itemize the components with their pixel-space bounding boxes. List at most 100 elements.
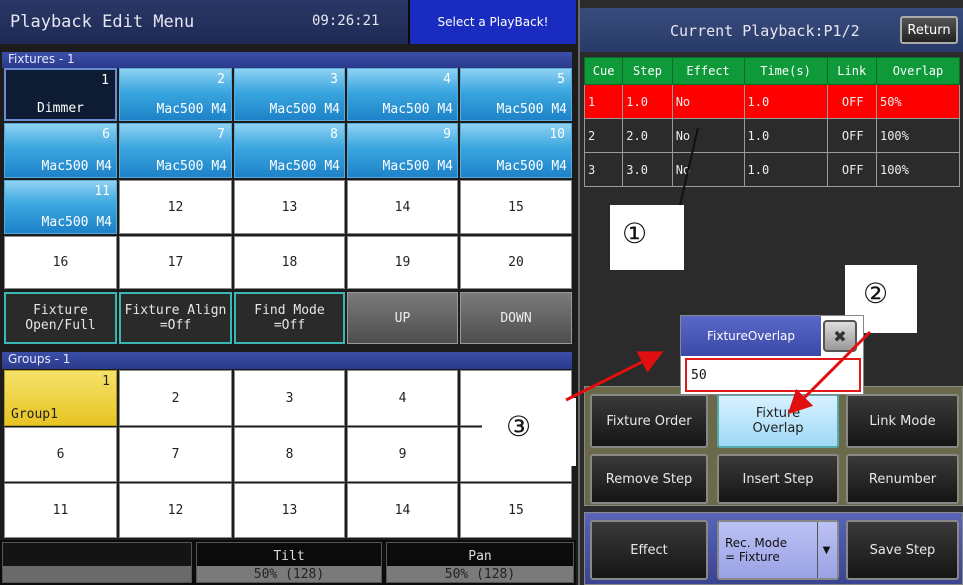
cue-row[interactable]: 3 3.0 No 1.0 OFF 100% bbox=[583, 152, 961, 187]
fixture-cell-13[interactable]: 13 bbox=[234, 180, 345, 234]
fixture-cell-9[interactable]: 9 Mac500 M4 bbox=[347, 123, 458, 178]
group-cell-9[interactable]: 9 bbox=[347, 427, 458, 482]
fixture-cell-6[interactable]: 6 Mac500 M4 bbox=[4, 123, 117, 178]
fixture-cell-7[interactable]: 7 Mac500 M4 bbox=[119, 123, 232, 178]
renumber-button[interactable]: Renumber bbox=[846, 454, 959, 504]
overlap-value: 50 bbox=[691, 367, 707, 383]
group-cell-3[interactable]: 3 bbox=[234, 370, 345, 426]
fixture-cell-10[interactable]: 10 Mac500 M4 bbox=[460, 123, 572, 178]
fixture-function-button-2[interactable]: Fixture Align =Off bbox=[119, 292, 232, 344]
button-label-line1: Find Mode bbox=[254, 303, 325, 318]
group-cell-8[interactable]: 8 bbox=[234, 427, 345, 482]
fixture-function-button-1[interactable]: Fixture Open/Full bbox=[4, 292, 117, 344]
cue-row[interactable]: 2 2.0 No 1.0 OFF 100% bbox=[583, 118, 961, 153]
renumber-label: Renumber bbox=[868, 471, 937, 487]
fixture-cell-2[interactable]: 2 Mac500 M4 bbox=[119, 68, 232, 121]
cue-table: Cue Step Effect Time(s) Link Overlap 1 1.0 No 1.… bbox=[583, 57, 961, 187]
remove-step-button[interactable]: Remove Step bbox=[590, 454, 708, 504]
group-cell-1[interactable]: 1 Group1 bbox=[4, 370, 117, 426]
fixture-cell-17[interactable]: 17 bbox=[119, 236, 232, 289]
cue-cell: OFF bbox=[826, 152, 877, 187]
group-cell-11[interactable]: 11 bbox=[4, 483, 117, 538]
pan-label: Pan bbox=[468, 549, 492, 564]
fixture-overlap-label-2: Overlap bbox=[752, 421, 804, 436]
column-header[interactable]: Cue bbox=[583, 57, 624, 85]
attribute-bar: Tilt 50% (128) Pan 50% (128) bbox=[0, 540, 576, 585]
group-cell-6[interactable]: 6 bbox=[4, 427, 117, 482]
effect-button[interactable]: Effect bbox=[590, 520, 708, 580]
close-icon: ✖ bbox=[833, 326, 847, 346]
fixture-cell-5[interactable]: 5 Mac500 M4 bbox=[460, 68, 572, 121]
fixture-number: 3 bbox=[330, 72, 338, 87]
tilt-label: Tilt bbox=[273, 549, 305, 564]
button-label-line2: Open/Full bbox=[25, 318, 96, 333]
column-header[interactable]: Step bbox=[622, 57, 673, 85]
fixtures-header: Fixtures - 1 bbox=[2, 52, 572, 68]
group-number: 4 bbox=[398, 390, 407, 406]
fixture-cell-19[interactable]: 19 bbox=[347, 236, 458, 289]
fixture-number: 19 bbox=[394, 255, 411, 270]
pan-value: 50% (128) bbox=[444, 567, 516, 582]
fixture-overlap-label-1: Fixture bbox=[755, 406, 801, 421]
cue-cell: No bbox=[671, 84, 745, 119]
fixture-cell-18[interactable]: 18 bbox=[234, 236, 345, 289]
groups-header: Groups - 1 bbox=[2, 352, 572, 369]
fixture-number: 7 bbox=[217, 127, 225, 142]
column-header[interactable]: Overlap bbox=[875, 57, 961, 85]
insert-step-button[interactable]: Insert Step bbox=[717, 454, 839, 504]
dialog-close-button[interactable]: ✖ bbox=[823, 320, 857, 352]
group-cell-4[interactable]: 4 bbox=[347, 370, 458, 426]
group-number: 12 bbox=[167, 503, 184, 518]
group-cell-13[interactable]: 13 bbox=[234, 483, 345, 538]
column-header[interactable]: Time(s) bbox=[743, 57, 828, 85]
effect-label: Effect bbox=[630, 542, 668, 558]
overlap-value-input[interactable]: 50 bbox=[685, 358, 861, 392]
button-label-line1: DOWN bbox=[500, 310, 532, 326]
return-button[interactable]: Return bbox=[900, 16, 958, 44]
group-cell-12[interactable]: 12 bbox=[119, 483, 232, 538]
annotation-box-1: ① bbox=[610, 205, 684, 270]
fixture-cell-11[interactable]: 11 Mac500 M4 bbox=[4, 180, 117, 234]
column-header[interactable]: Link bbox=[826, 57, 877, 85]
button-label-line2: =Off bbox=[159, 318, 192, 333]
save-step-button[interactable]: Save Step bbox=[846, 520, 959, 580]
fixture-name: Mac500 M4 bbox=[382, 159, 453, 174]
group-name: Group1 bbox=[11, 407, 58, 422]
fixture-number: 13 bbox=[281, 199, 298, 215]
attr-tilt[interactable]: Tilt 50% (128) bbox=[196, 542, 382, 583]
cue-row[interactable]: 1 1.0 No 1.0 OFF 50% bbox=[583, 84, 961, 119]
group-cell-15[interactable]: 15 bbox=[460, 483, 572, 538]
fixture-number: 4 bbox=[443, 72, 451, 87]
fixture-function-button-5[interactable]: DOWN bbox=[460, 292, 572, 344]
fixture-cell-4[interactable]: 4 Mac500 M4 bbox=[347, 68, 458, 121]
fixture-cell-14[interactable]: 14 bbox=[347, 180, 458, 234]
attr-pan[interactable]: Pan 50% (128) bbox=[386, 542, 574, 583]
group-number: 14 bbox=[394, 503, 411, 518]
fixture-cell-16[interactable]: 16 bbox=[4, 236, 117, 289]
fixture-name: Mac500 M4 bbox=[496, 102, 567, 117]
dialog-title: FixtureOverlap bbox=[707, 329, 795, 343]
fixture-number: 6 bbox=[102, 127, 110, 142]
fixture-cell-1[interactable]: 1 Dimmer bbox=[4, 68, 117, 121]
column-header[interactable]: Effect bbox=[671, 57, 745, 85]
fixture-function-button-4[interactable]: UP bbox=[347, 292, 458, 344]
fixture-name: Mac500 M4 bbox=[269, 159, 340, 174]
fixture-order-button[interactable]: Fixture Order bbox=[590, 394, 708, 448]
fixture-cell-20[interactable]: 20 bbox=[460, 236, 572, 289]
rec-mode-dropdown[interactable]: Rec. Mode = Fixture ▼ bbox=[717, 520, 839, 580]
fixture-cell-3[interactable]: 3 Mac500 M4 bbox=[234, 68, 345, 121]
group-cell-7[interactable]: 7 bbox=[119, 427, 232, 482]
fixture-function-button-3[interactable]: Find Mode =Off bbox=[234, 292, 345, 344]
cue-cell: 50% bbox=[875, 84, 961, 119]
fixture-cell-12[interactable]: 12 bbox=[119, 180, 232, 234]
group-cell-14[interactable]: 14 bbox=[347, 483, 458, 538]
cue-cell: OFF bbox=[826, 84, 877, 119]
link-mode-button[interactable]: Link Mode bbox=[846, 394, 959, 448]
tilt-value: 50% (128) bbox=[253, 567, 325, 582]
return-label: Return bbox=[907, 22, 951, 38]
fixture-cell-15[interactable]: 15 bbox=[460, 180, 572, 234]
fixture-overlap-button[interactable]: Fixture Overlap bbox=[717, 394, 839, 448]
fixture-cell-8[interactable]: 8 Mac500 M4 bbox=[234, 123, 345, 178]
group-number: 7 bbox=[171, 447, 180, 462]
group-cell-2[interactable]: 2 bbox=[119, 370, 232, 426]
